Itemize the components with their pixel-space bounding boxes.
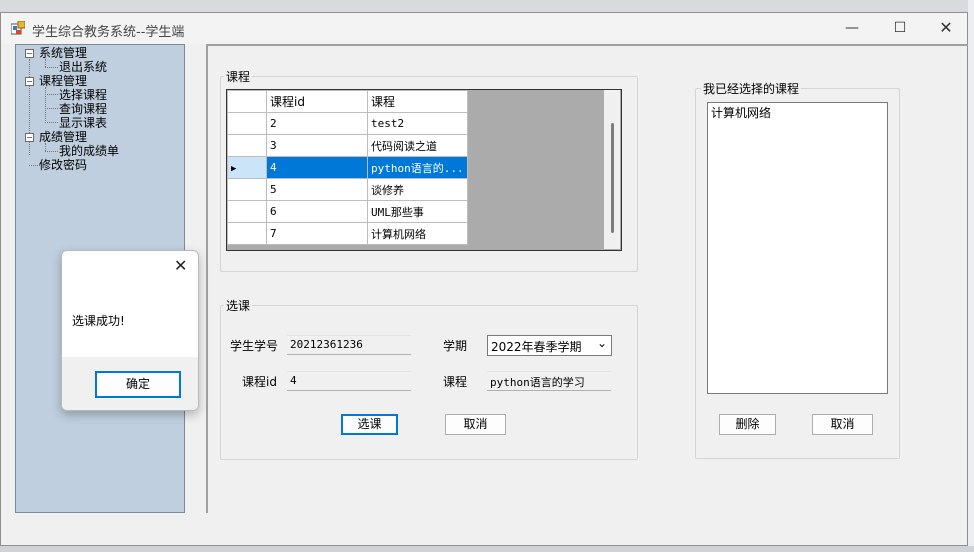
tree-node-query-course[interactable]: 查询课程 [59,102,107,116]
row-header[interactable] [227,222,267,245]
tree-node-grade-mgmt[interactable]: 成绩管理 [39,130,87,144]
dialog-footer: 确定 [62,357,198,410]
row-header[interactable] [227,112,267,135]
maximize-button[interactable]: ☐ [877,13,923,44]
table-row-selected[interactable]: ▶ 4 python语言的... [227,156,468,179]
minimize-button[interactable]: — [829,13,875,44]
select-course-button[interactable]: 选课 [341,414,398,435]
table-row[interactable]: 6 UML那些事 [227,200,468,223]
cell-course[interactable]: UML那些事 [367,200,468,223]
table-row[interactable]: 2 test2 [227,112,468,135]
expand-toggle-icon[interactable]: − [25,49,34,58]
dialog-close-icon[interactable]: ✕ [174,256,187,275]
chevron-down-icon: ⌄ [596,336,607,350]
cell-id[interactable]: 6 [266,200,368,223]
semester-select[interactable]: 2022年春季学期 ⌄ [487,335,612,356]
course-name-field[interactable]: python语言的学习 [487,371,611,391]
tree-connector [45,59,46,67]
row-selected-icon: ▶ [231,164,237,174]
row-header[interactable]: ▶ [227,156,267,179]
tree-node-timetable[interactable]: 显示课表 [59,116,107,130]
course-id-field[interactable]: 4 [287,371,411,391]
courses-grid[interactable]: 课程id 课程 2 test2 3 代码阅读之道 ▶ 4 python语言的..… [226,89,622,251]
tree-connector [45,67,58,68]
cell-id[interactable]: 5 [266,178,368,201]
tree-node-exit[interactable]: 退出系统 [59,60,107,74]
cell-id[interactable]: 2 [266,112,368,135]
row-header[interactable] [227,200,267,223]
tree-connector [45,108,58,109]
column-header-id[interactable]: 课程id [266,90,368,113]
desktop-background-bottom [0,546,974,552]
success-dialog: ✕ 选课成功! 确定 [61,250,199,411]
chosen-courses-list[interactable]: 计算机网络 [707,102,888,394]
cell-id[interactable]: 7 [266,222,368,245]
semester-label: 学期 [443,339,468,353]
cell-course[interactable]: python语言的... [367,156,468,179]
tree-connector [45,143,46,151]
cell-course[interactable]: 谈修养 [367,178,468,201]
select-course-group-title: 选课 [224,297,253,314]
student-id-field[interactable]: 20212361236 [287,335,411,355]
column-header-course[interactable]: 课程 [367,90,468,113]
tree-node-change-password[interactable]: 修改密码 [39,158,87,172]
window-title: 学生综合教务系统--学生端 [32,25,185,40]
table-header-row: 课程id 课程 [227,90,468,113]
ok-button[interactable]: 确定 [95,371,181,398]
tree-connector [45,87,46,123]
expand-toggle-icon[interactable]: − [25,77,34,86]
cell-course[interactable]: test2 [367,112,468,135]
tree-node-system[interactable]: 系统管理 [39,46,87,60]
row-header[interactable] [227,134,267,157]
tree-node-course-mgmt[interactable]: 课程管理 [39,74,87,88]
desktop-background-right [968,0,974,552]
table-row[interactable]: 7 计算机网络 [227,222,468,245]
courses-table: 课程id 课程 2 test2 3 代码阅读之道 ▶ 4 python语言的..… [227,90,468,245]
close-button[interactable]: ✕ [923,13,969,44]
course-label: 课程 [443,375,468,389]
table-row[interactable]: 5 谈修养 [227,178,468,201]
cancel-chosen-button[interactable]: 取消 [812,414,873,435]
delete-button[interactable]: 删除 [719,414,776,435]
scrollbar-thumb[interactable] [611,123,614,233]
cancel-select-button[interactable]: 取消 [445,414,506,435]
tree-node-my-grades[interactable]: 我的成绩单 [59,144,119,158]
cell-id[interactable]: 4 [266,156,368,179]
courses-group-title: 课程 [224,68,253,85]
course-id-label: 课程id [242,375,277,389]
tree-connector [45,151,58,152]
cell-course[interactable]: 代码阅读之道 [367,134,468,157]
title-bar: 学生综合教务系统--学生端 — ☐ ✕ [1,13,967,44]
student-id-label: 学生学号 [230,339,279,353]
dialog-message: 选课成功! [72,314,125,328]
chosen-courses-group-title: 我已经选择的课程 [701,80,802,97]
tree-connector [45,122,58,123]
tree-node-select-course[interactable]: 选择课程 [59,88,107,102]
tree-connector [45,94,58,95]
app-icon [11,21,25,35]
row-header[interactable] [227,178,267,201]
table-row[interactable]: 3 代码阅读之道 [227,134,468,157]
list-item[interactable]: 计算机网络 [711,104,884,121]
row-header-corner [227,90,267,113]
expand-toggle-icon[interactable]: − [25,133,34,142]
cell-id[interactable]: 3 [266,134,368,157]
semester-value: 2022年春季学期 [491,340,582,354]
cell-course[interactable]: 计算机网络 [367,222,468,245]
